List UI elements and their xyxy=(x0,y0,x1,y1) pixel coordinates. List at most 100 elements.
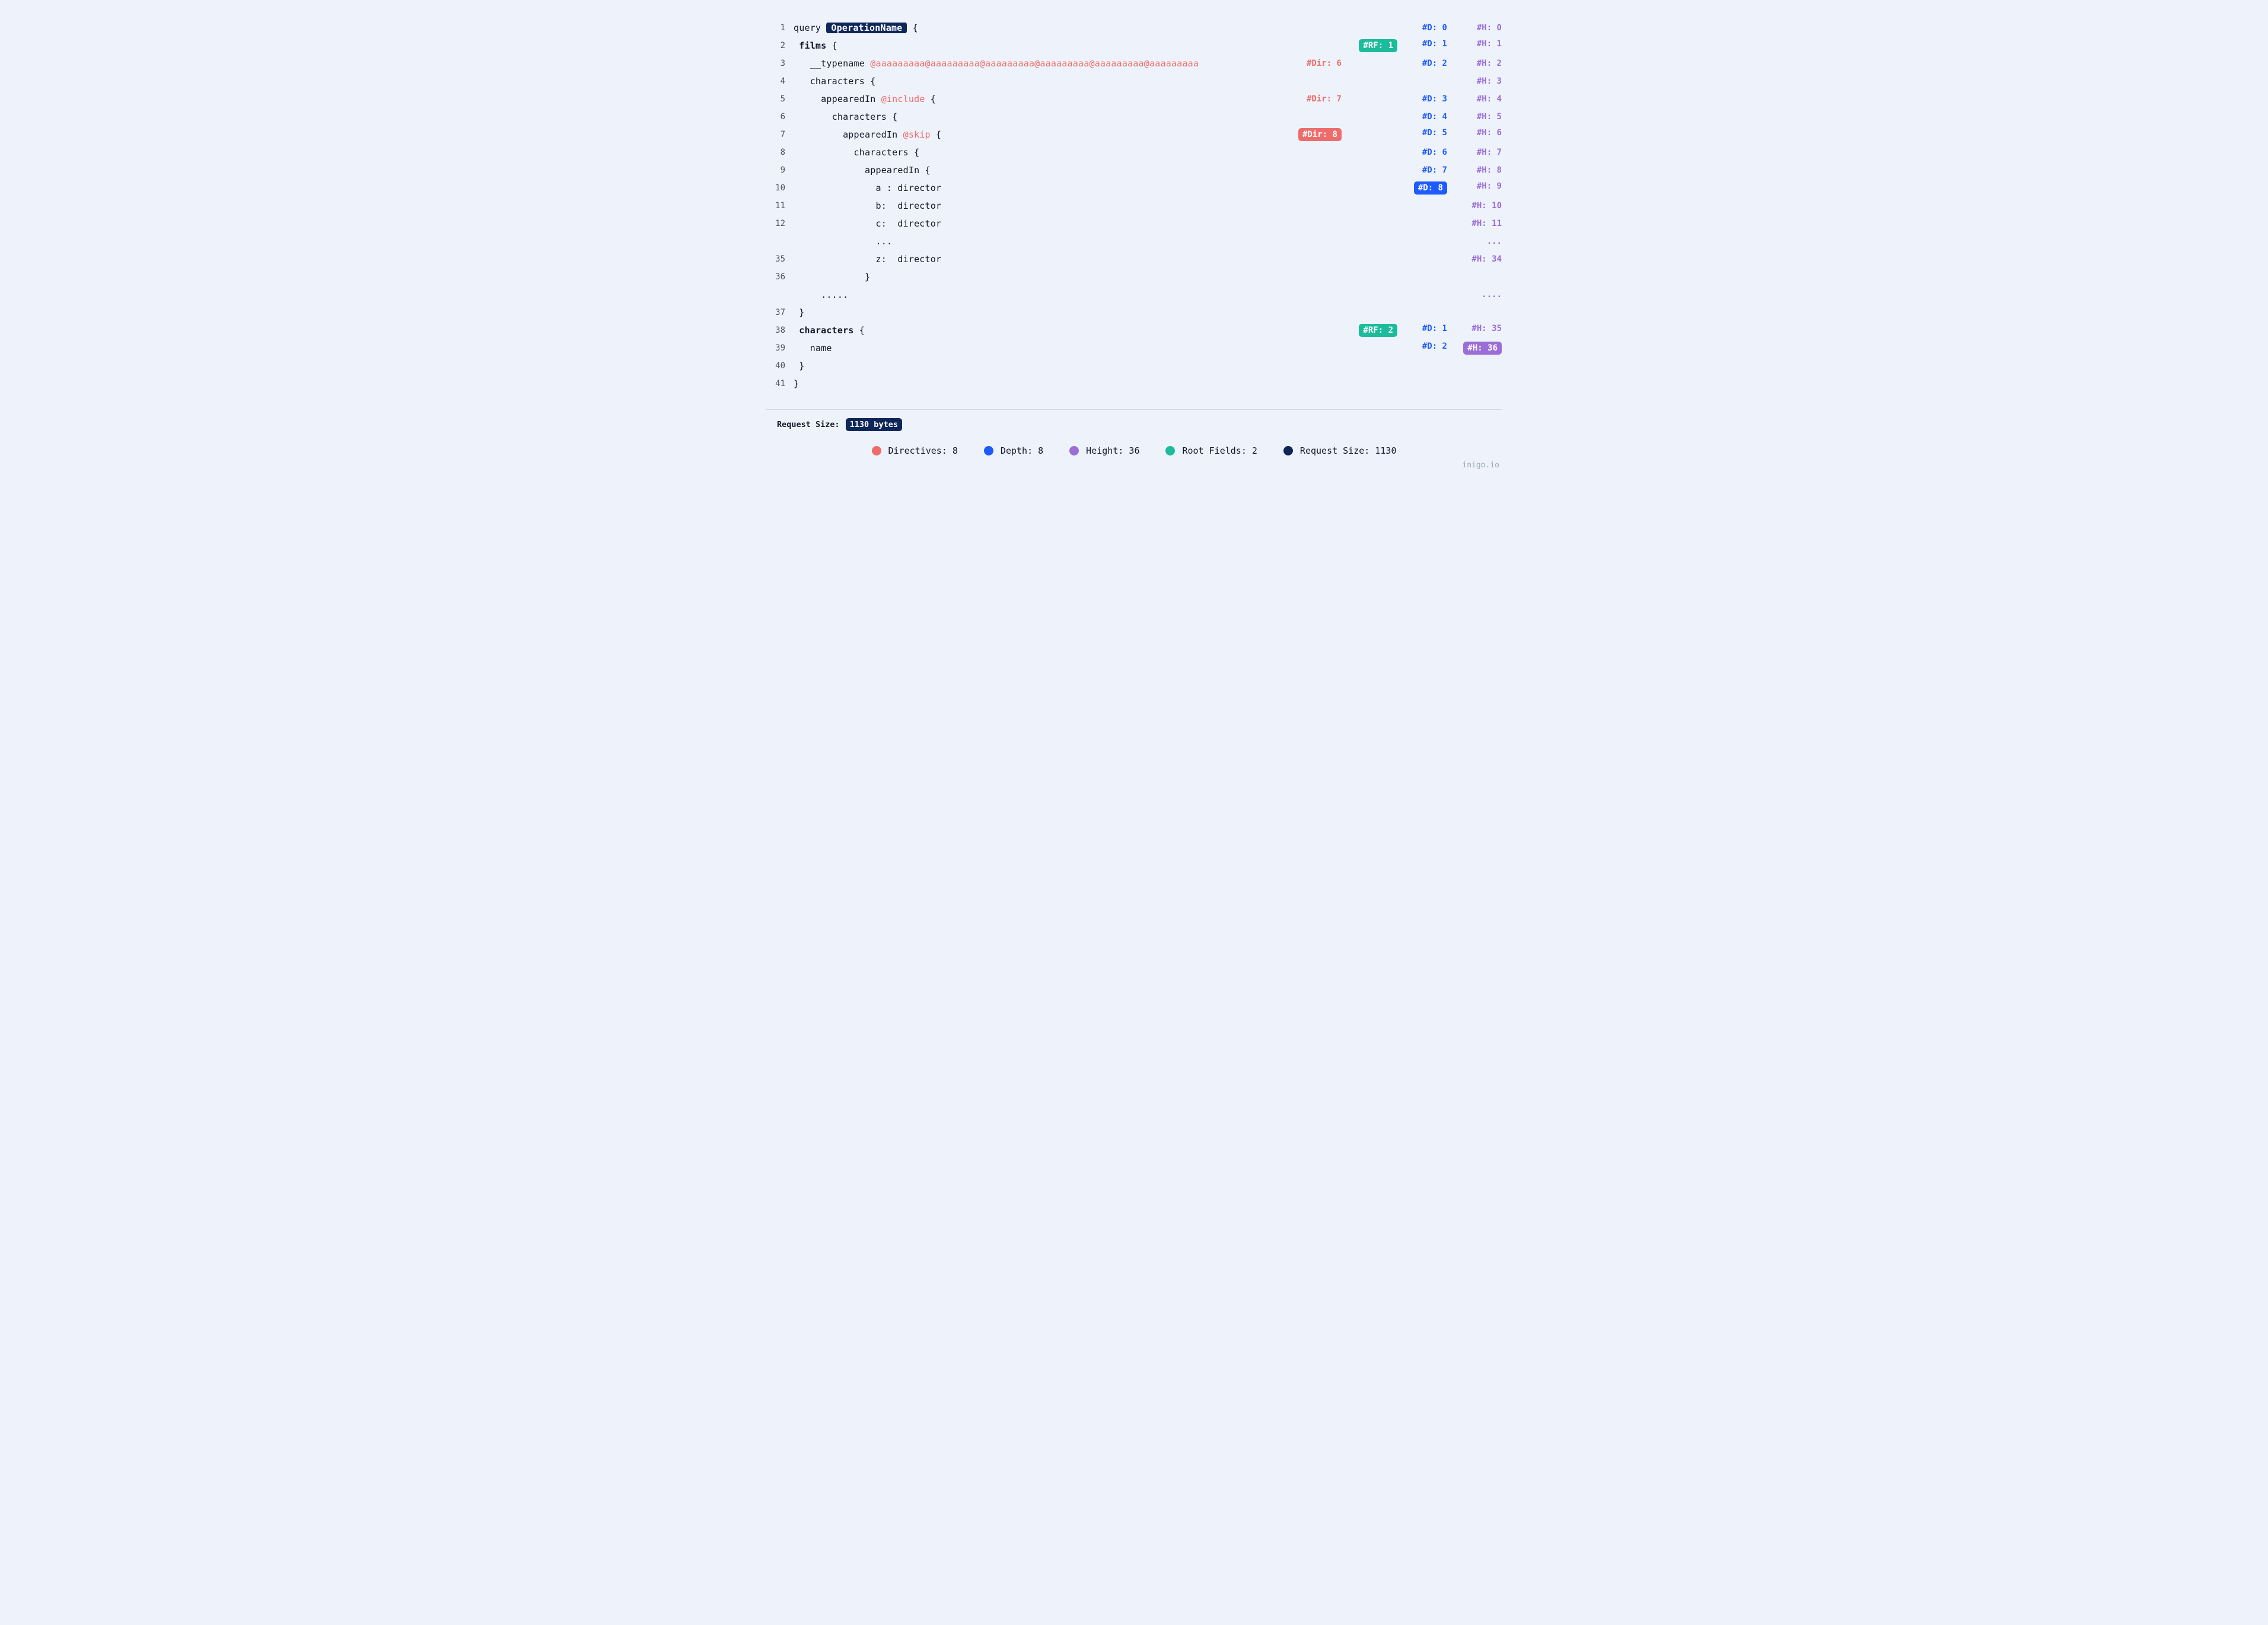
code-row: 40 } xyxy=(766,357,1502,375)
code-content: } xyxy=(794,272,1268,282)
metrics-cells: #Dir: 7#D: 3#H: 4 xyxy=(1276,94,1502,104)
legend-request-size: Request Size: 1130 xyxy=(1283,445,1397,456)
metric-height: #H: 10 xyxy=(1455,201,1502,211)
code-row: ......... xyxy=(766,286,1502,304)
code-row: 1query OperationName {#D: 0#H: 0 xyxy=(766,19,1502,37)
code-content: appearedIn @include { xyxy=(794,94,1268,104)
legend-label: Directives: 8 xyxy=(888,445,958,456)
metric-depth: #D: 8 xyxy=(1406,181,1447,195)
metric-dir xyxy=(1294,201,1342,211)
code-content: characters { xyxy=(794,111,1268,122)
metrics-cells: #D: 4 #H: 5 xyxy=(1276,112,1502,122)
metric-rf xyxy=(1350,254,1397,264)
metric-dir xyxy=(1294,324,1342,337)
metric-rf xyxy=(1350,77,1397,86)
line-number: 37 xyxy=(766,308,785,317)
metric-dir xyxy=(1294,254,1342,264)
metrics-cells: #H: 34 xyxy=(1276,254,1502,264)
metric-height: #H: 3 xyxy=(1455,77,1502,86)
metric-dir xyxy=(1294,290,1342,299)
metric-height: #H: 6 xyxy=(1455,128,1502,141)
metric-depth: #D: 6 xyxy=(1406,148,1447,157)
code-row: 6 characters { #D: 4 #H: 5 xyxy=(766,108,1502,126)
metrics-cells: #H: 3 xyxy=(1276,77,1502,86)
metric-height: #H: 35 xyxy=(1455,324,1502,337)
metric-rf xyxy=(1350,165,1397,175)
metric-height: .... xyxy=(1455,290,1502,299)
request-size-badge: 1130 bytes xyxy=(846,418,902,431)
metric-height: #H: 1 xyxy=(1455,39,1502,52)
metric-dir: #Dir: 7 xyxy=(1294,94,1342,104)
metric-height: #H: 5 xyxy=(1455,112,1502,122)
metrics-cells: #D: 6#H: 7 xyxy=(1276,148,1502,157)
code-content: } xyxy=(794,378,1268,389)
line-number: 12 xyxy=(766,219,785,228)
metric-rf: #RF: 1 xyxy=(1350,39,1397,52)
metrics-cells: #Dir: 8#D: 5#H: 6 xyxy=(1276,128,1502,141)
line-number: 6 xyxy=(766,112,785,122)
metric-height: #H: 2 xyxy=(1455,59,1502,68)
metric-dir-badge: #Dir: 8 xyxy=(1298,128,1342,141)
metrics-cells: #H: 11 xyxy=(1276,219,1502,228)
metric-height: #H: 8 xyxy=(1455,165,1502,175)
metrics-cells: .... xyxy=(1276,290,1502,299)
code-row: 8 characters {#D: 6#H: 7 xyxy=(766,144,1502,161)
metric-rf: #RF: 2 xyxy=(1350,324,1397,337)
code-row: 9 appearedIn {#D: 7#H: 8 xyxy=(766,161,1502,179)
metric-depth: #D: 2 xyxy=(1406,59,1447,68)
code-row: 36 } xyxy=(766,268,1502,286)
metric-rf xyxy=(1350,23,1397,33)
metric-height: #H: 11 xyxy=(1455,219,1502,228)
code-content: characters { xyxy=(794,147,1268,158)
metric-dir xyxy=(1294,342,1342,355)
metric-dir xyxy=(1294,165,1342,175)
metric-rf xyxy=(1350,219,1397,228)
code-row: 35 z: director#H: 34 xyxy=(766,250,1502,268)
metric-dir xyxy=(1294,39,1342,52)
divider xyxy=(766,409,1502,410)
legend-depth: Depth: 8 xyxy=(984,445,1043,456)
metric-depth: #D: 1 xyxy=(1406,39,1447,52)
code-content: } xyxy=(794,307,1268,318)
metric-rf xyxy=(1350,237,1397,246)
dot-icon xyxy=(1283,446,1293,455)
legend-label: Height: 36 xyxy=(1086,445,1139,456)
dot-icon xyxy=(984,446,993,455)
metric-dir xyxy=(1294,77,1342,86)
code-content: characters { xyxy=(794,76,1268,87)
dot-icon xyxy=(1165,446,1175,455)
metric-rf-badge: #RF: 2 xyxy=(1359,324,1397,337)
code-content: films { xyxy=(794,40,1268,51)
line-number: 3 xyxy=(766,59,785,68)
metric-dir xyxy=(1294,237,1342,246)
metric-rf xyxy=(1350,128,1397,141)
metrics-cells: #Dir: 6#D: 2#H: 2 xyxy=(1276,59,1502,68)
metric-height: #H: 0 xyxy=(1455,23,1502,33)
code-row: 4 characters {#H: 3 xyxy=(766,72,1502,90)
legend-root-fields: Root Fields: 2 xyxy=(1165,445,1257,456)
code-row: 38 characters {#RF: 2#D: 1#H: 35 xyxy=(766,321,1502,339)
metric-depth xyxy=(1406,290,1447,299)
code-content: __typename @aaaaaaaaa@aaaaaaaaa@aaaaaaaa… xyxy=(794,58,1268,69)
code-row: 10 a : director#D: 8#H: 9 xyxy=(766,179,1502,197)
dot-icon xyxy=(1069,446,1079,455)
metrics-cells: #D: 8#H: 9 xyxy=(1276,181,1502,195)
legend-label: Root Fields: 2 xyxy=(1182,445,1257,456)
code-content: a : director xyxy=(794,183,1268,193)
metrics-cells: #H: 10 xyxy=(1276,201,1502,211)
code-row: 11 b: director#H: 10 xyxy=(766,197,1502,215)
code-content: characters { xyxy=(794,325,1268,336)
metric-depth: #D: 7 xyxy=(1406,165,1447,175)
metric-dir xyxy=(1294,23,1342,33)
line-number: 40 xyxy=(766,361,785,371)
code-annotation-panel: 1query OperationName {#D: 0#H: 02 films … xyxy=(752,14,1516,486)
metric-depth: #D: 4 xyxy=(1406,112,1447,122)
request-size-line: Request Size: 1130 bytes xyxy=(777,418,1502,431)
metric-rf xyxy=(1350,148,1397,157)
code-content: b: director xyxy=(794,200,1268,211)
metric-rf xyxy=(1350,290,1397,299)
line-number: 38 xyxy=(766,326,785,335)
code-row: 41} xyxy=(766,375,1502,393)
metric-dir xyxy=(1294,148,1342,157)
metric-depth-badge: #D: 8 xyxy=(1414,181,1447,195)
